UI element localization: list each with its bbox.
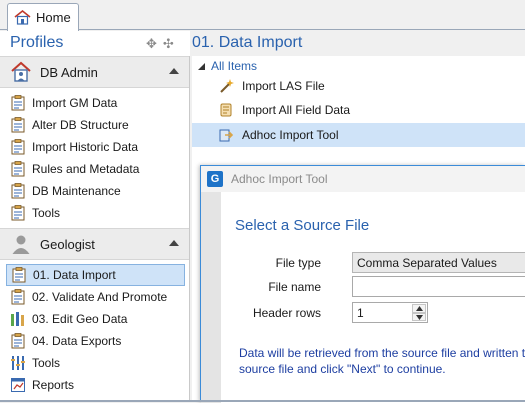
split-icon[interactable]: ✣ [163, 36, 174, 52]
sidebar-item-alter-db-structure[interactable]: Alter DB Structure [6, 114, 185, 136]
info-line-2: source file and click "Next" to continue… [239, 362, 446, 376]
sidebar-item-import-gm-data[interactable]: Import GM Data [6, 92, 185, 114]
info-text: Data will be retrieved from the source f… [239, 345, 525, 377]
file-name-label: File name [268, 280, 321, 294]
dialog-titlebar[interactable]: G Adhoc Import Tool [201, 166, 525, 192]
clipboard-icon [11, 139, 25, 155]
adhoc-import-dialog: G Adhoc Import Tool Select a Source File… [200, 165, 525, 403]
list-item-label: Import LAS File [242, 79, 325, 93]
header-rows-stepper[interactable]: 1 [352, 302, 428, 323]
arrow-up-icon [416, 306, 423, 311]
header-rows-label: Header rows [252, 306, 321, 320]
dialog-side-strip [201, 192, 221, 403]
sidebar-item-label: Tools [32, 356, 61, 370]
log-columns-icon [11, 312, 24, 326]
clipboard-icon [11, 95, 25, 111]
sidebar-item-rules-and-metadata[interactable]: Rules and Metadata [6, 158, 185, 180]
group-label: All Items [211, 59, 258, 73]
profiles-panel: DB Admin Import GM Data Alter DB Structu… [0, 56, 190, 402]
wand-icon [220, 79, 234, 93]
house-user-icon [11, 61, 31, 82]
collapse-icon[interactable] [169, 239, 179, 247]
clipboard-icon [12, 267, 26, 283]
sidebar-item-label: 01. Data Import [33, 268, 116, 282]
sidebar-item-geologist-tools[interactable]: Tools [6, 352, 185, 374]
sidebar-item-label: Tools [32, 206, 61, 220]
dialog-title: Adhoc Import Tool [231, 172, 328, 186]
sidebar-item-label: Import GM Data [32, 96, 118, 110]
scroll-icon [220, 103, 232, 117]
arrow-down-icon [416, 314, 423, 320]
list-item-adhoc-import-tool[interactable]: Adhoc Import Tool [192, 123, 525, 147]
sidebar-item-validate-and-promote[interactable]: 02. Validate And Promote [6, 286, 185, 308]
sidebar-item-reports[interactable]: Reports [6, 374, 185, 396]
sidebar-item-label: Alter DB Structure [32, 118, 129, 132]
report-icon [11, 378, 25, 392]
section-title: Geologist [40, 236, 95, 252]
file-type-label: File type [275, 256, 321, 270]
header-rows-value: 1 [357, 306, 364, 320]
section-title: DB Admin [40, 64, 98, 80]
spinner-buttons [412, 304, 426, 321]
sidebar-item-import-historic-data[interactable]: Import Historic Data [6, 136, 185, 158]
sidebar-item-tools[interactable]: Tools [6, 202, 185, 224]
info-line-1: Data will be retrieved from the source f… [239, 346, 525, 360]
expanded-icon [198, 62, 205, 70]
list-item-import-all-field-data[interactable]: Import All Field Data [192, 98, 525, 122]
tools-icon [11, 356, 25, 370]
section-header-db-admin[interactable]: DB Admin [0, 56, 189, 88]
profiles-title: Profiles [10, 34, 64, 51]
tab-bar: Home [0, 0, 525, 31]
sidebar-item-label: DB Maintenance [32, 184, 121, 198]
nav-list-db-admin: Import GM Data Alter DB Structure Import… [0, 88, 189, 228]
dialog-body: Select a Source File File type Comma Sep… [221, 192, 525, 403]
increment-button[interactable] [412, 304, 426, 313]
sidebar-item-db-maintenance[interactable]: DB Maintenance [6, 180, 185, 202]
sidebar-item-data-exports[interactable]: 04. Data Exports [6, 330, 185, 352]
collapse-icon[interactable] [169, 67, 179, 75]
file-type-select[interactable]: Comma Separated Values [352, 252, 525, 273]
user-icon [12, 235, 30, 254]
group-header-all-items[interactable]: All Items [192, 58, 257, 74]
file-name-input[interactable] [352, 276, 525, 297]
clipboard-icon [11, 161, 25, 177]
clipboard-icon [11, 183, 25, 199]
tab-home-label: Home [36, 10, 71, 25]
sidebar-item-edit-geo-data[interactable]: 03. Edit Geo Data [6, 308, 185, 330]
sidebar-item-label: Rules and Metadata [32, 162, 140, 176]
home-icon [14, 10, 31, 25]
page-title: 01. Data Import [192, 34, 303, 51]
sidebar-item-label: 04. Data Exports [32, 334, 122, 348]
clipboard-icon [11, 289, 25, 305]
nav-list-geologist: 01. Data Import 02. Validate And Promote… [0, 260, 189, 400]
sidebar-item-label: Import Historic Data [32, 140, 139, 154]
profiles-header: Profiles ✥ ✣ [0, 31, 190, 56]
sidebar-item-label: Reports [32, 378, 75, 392]
tab-home[interactable]: Home [7, 3, 79, 31]
clipboard-icon [11, 117, 25, 133]
move-icon[interactable]: ✥ [146, 36, 157, 52]
sidebar-item-label: 03. Edit Geo Data [32, 312, 128, 326]
sidebar-item-label: 02. Validate And Promote [32, 290, 168, 304]
import-tool-icon [219, 129, 234, 142]
dialog-heading: Select a Source File [235, 217, 370, 234]
list-item-label: Adhoc Import Tool [242, 128, 339, 142]
list-item-import-las-file[interactable]: Import LAS File [192, 74, 525, 98]
clipboard-icon [11, 333, 25, 349]
app-logo-icon: G [207, 171, 223, 187]
section-header-geologist[interactable]: Geologist [0, 228, 189, 260]
list-item-label: Import All Field Data [242, 103, 351, 117]
clipboard-icon [11, 205, 25, 221]
sidebar-item-data-import[interactable]: 01. Data Import [6, 264, 185, 286]
splitter-controls: ✥ ✣ [146, 36, 174, 52]
decrement-button[interactable] [412, 312, 426, 321]
